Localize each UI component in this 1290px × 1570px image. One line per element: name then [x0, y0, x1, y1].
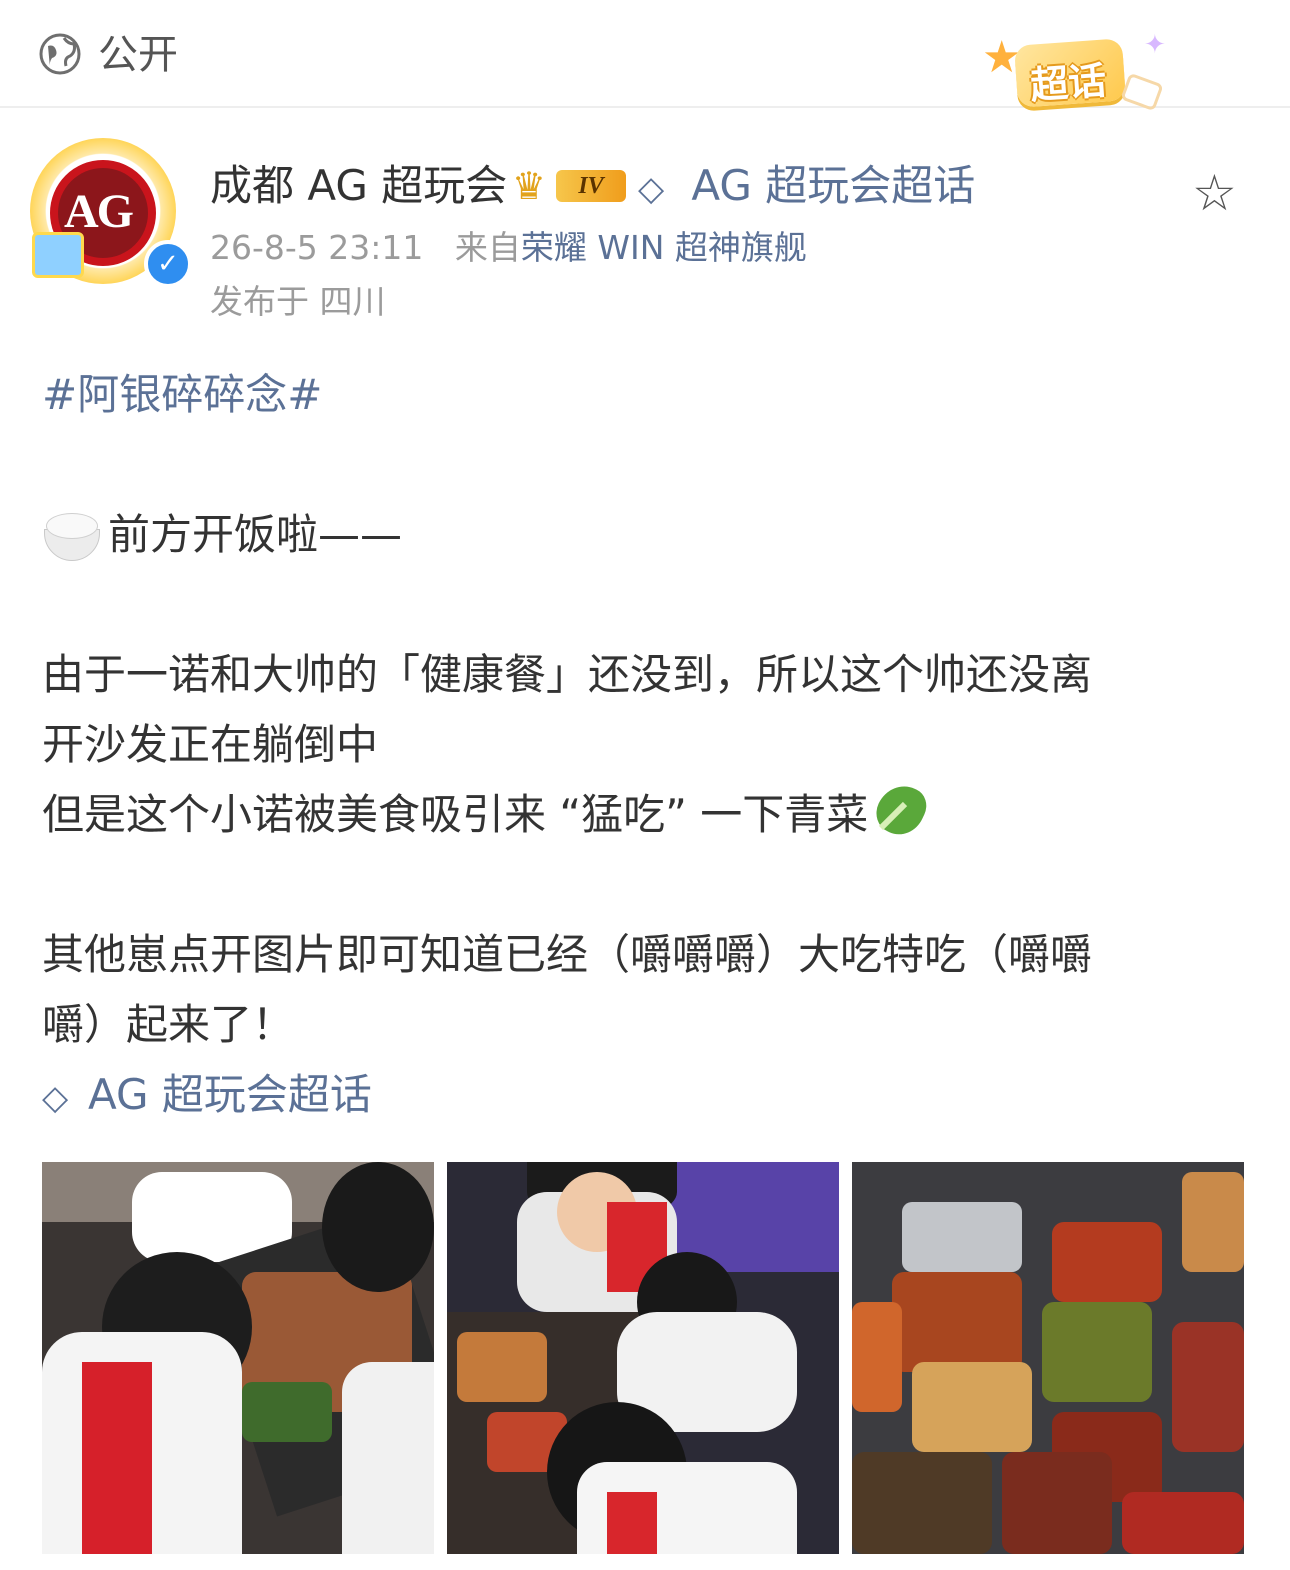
post-timestamp: 26-8-5 23:11	[210, 228, 424, 267]
super-topic-badge[interactable]: ★ 超话 ✦	[978, 30, 1178, 120]
author-avatar[interactable]: AG ✓	[30, 138, 192, 288]
super-topic-badge-label: 超话	[1028, 58, 1108, 108]
post-photo[interactable]	[852, 1162, 1244, 1554]
crown-icon: ♛	[512, 164, 547, 208]
avatar-logo-text: AG	[64, 185, 134, 238]
post-line: 其他崽点开图片即可知道已经（嚼嚼嚼）大吃特吃（嚼嚼	[42, 930, 1093, 979]
diamond-icon: ◇	[638, 169, 665, 209]
post-location: 发布于 四川	[210, 282, 386, 321]
lettuce-icon	[868, 777, 933, 843]
diamond-icon: ◇	[42, 1078, 69, 1118]
favorite-star-icon[interactable]: ☆	[1192, 168, 1237, 218]
tag-icon	[1120, 72, 1164, 112]
visibility-bar: 公开 ★ 超话 ✦	[0, 0, 1290, 112]
source-prefix: 来自	[454, 228, 521, 267]
hashtag-link[interactable]: #阿银碎碎念#	[42, 370, 322, 419]
rice-bowl-icon	[42, 509, 100, 561]
post-line: 开沙发正在躺倒中	[42, 720, 379, 769]
gift-box-icon	[32, 232, 84, 278]
post-photo[interactable]	[42, 1162, 434, 1554]
fan-level-label: IV	[556, 170, 626, 202]
post-source-link[interactable]: 荣耀 WIN 超神旗舰	[521, 228, 807, 267]
post-line: 但是这个小诺被美食吸引来 “猛吃” 一下青菜	[42, 790, 869, 839]
author-name[interactable]: 成都 AG 超玩会	[210, 160, 507, 212]
photo-grid	[42, 1162, 1244, 1554]
verified-icon: ✓	[144, 240, 192, 288]
sparkle-icon: ✦	[1144, 30, 1166, 60]
post-photo[interactable]	[447, 1162, 839, 1554]
post-line: 嚼）起来了！	[42, 1000, 295, 1049]
post-meta: 26-8-5 23:11 来自荣耀 WIN 超神旗舰	[210, 226, 807, 270]
super-topic-link-label: AG 超玩会超话	[691, 161, 976, 210]
super-topic-footer-label: AG 超玩会超话	[88, 1070, 372, 1119]
super-topic-footer-link[interactable]: ◇ AG 超玩会超话	[42, 1060, 1242, 1133]
fan-level-badge[interactable]: ♛ IV	[512, 164, 630, 208]
post-line: 前方开饭啦——	[108, 510, 403, 559]
visibility-label[interactable]: 公开	[98, 30, 178, 80]
post-line: 由于一诺和大帅的「健康餐」还没到，所以这个帅还没离	[42, 650, 1093, 699]
globe-icon	[39, 33, 81, 75]
post-content: #阿银碎碎念# 前方开饭啦—— 由于一诺和大帅的「健康餐」还没到，所以这个帅还没…	[42, 360, 1242, 1133]
super-topic-link[interactable]: ◇ AG 超玩会超话	[638, 160, 975, 215]
